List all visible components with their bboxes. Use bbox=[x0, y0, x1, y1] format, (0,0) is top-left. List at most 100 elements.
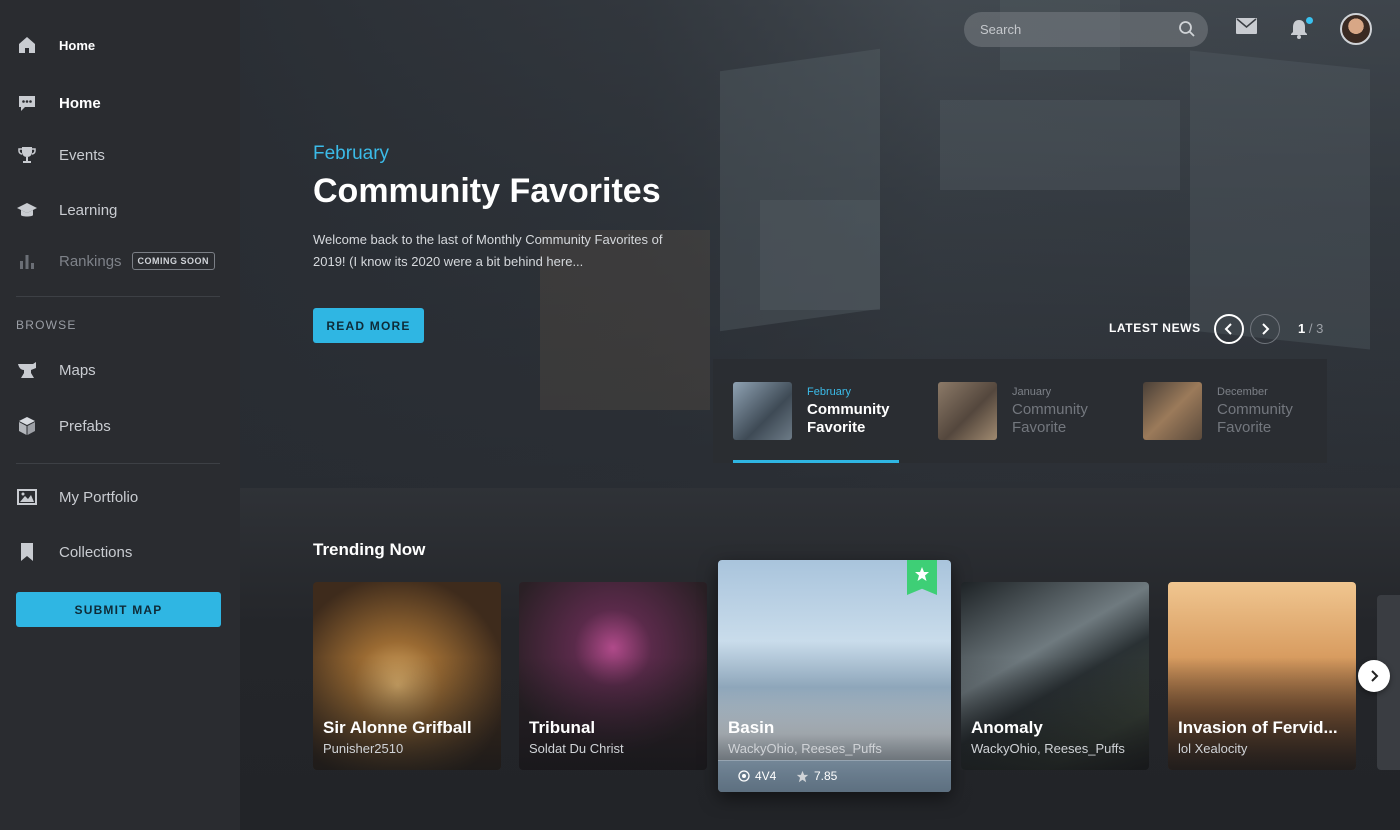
read-more-button[interactable]: READ MORE bbox=[313, 308, 424, 343]
news-thumbnail bbox=[733, 382, 792, 440]
hero-month: February bbox=[313, 143, 390, 164]
news-title: Community Favorite bbox=[1012, 401, 1088, 436]
sidebar: Home Home Events Learning Rankings COMIN… bbox=[0, 0, 240, 830]
news-text: February Community Favorite bbox=[807, 382, 902, 440]
notification-dot bbox=[1306, 17, 1313, 24]
map-card[interactable]: Sir Alonne Grifball Punisher2510 bbox=[313, 582, 501, 770]
sidebar-item-label: Maps bbox=[59, 361, 96, 379]
sidebar-item-label: Rankings bbox=[59, 252, 122, 270]
sidebar-divider bbox=[16, 296, 220, 297]
card-author: lol Xealocity bbox=[1178, 741, 1248, 756]
pager-total: / 3 bbox=[1308, 321, 1324, 336]
sidebar-item-collections[interactable]: Collections bbox=[16, 538, 132, 566]
hero-background-shape bbox=[940, 100, 1180, 190]
hero-background-shape bbox=[760, 200, 880, 310]
sidebar-item-label: Events bbox=[59, 146, 105, 164]
sidebar-divider bbox=[16, 463, 220, 464]
cube-icon bbox=[16, 415, 38, 437]
hero-banner: February Community Favorites Welcome bac… bbox=[240, 0, 1400, 488]
news-prev-button[interactable] bbox=[1214, 314, 1244, 344]
trending-title: Trending Now bbox=[313, 540, 426, 559]
bookmark-icon bbox=[16, 541, 38, 563]
news-pager: 1 / 3 bbox=[1298, 321, 1323, 336]
card-stats-bar: 4V4 7.85 bbox=[718, 760, 951, 792]
featured-map-card[interactable]: Basin WackyOhio, Reeses_Puffs 4V4 7.85 bbox=[718, 560, 951, 792]
game-mode-stat: 4V4 bbox=[738, 769, 776, 783]
target-icon bbox=[738, 770, 750, 782]
news-title: Community Favorite bbox=[807, 401, 890, 436]
main-content: February Community Favorites Welcome bac… bbox=[240, 0, 1400, 830]
hero-title: Community Favorites bbox=[313, 172, 661, 210]
avatar[interactable] bbox=[1340, 13, 1372, 45]
bell-icon[interactable] bbox=[1290, 19, 1308, 44]
news-item[interactable]: February Community Favorite bbox=[733, 382, 902, 440]
sidebar-item-label: Home bbox=[59, 37, 96, 53]
graduation-cap-icon bbox=[16, 199, 38, 221]
card-author: Punisher2510 bbox=[323, 741, 404, 756]
chevron-right-icon bbox=[1262, 323, 1270, 335]
card-title: Tribunal bbox=[529, 718, 596, 737]
card-title: Invasion of Fervid... bbox=[1178, 718, 1338, 737]
news-thumbnail bbox=[1143, 382, 1202, 440]
card-author: WackyOhio, Reeses_Puffs bbox=[971, 741, 1125, 756]
rating-value: 7.85 bbox=[814, 769, 838, 783]
news-thumbnail bbox=[938, 382, 997, 440]
hero-background-shape bbox=[1190, 50, 1370, 350]
news-item[interactable]: December Community Favorite bbox=[1143, 382, 1312, 440]
sidebar-item-prefabs[interactable]: Prefabs bbox=[16, 412, 111, 440]
trophy-icon bbox=[16, 144, 38, 166]
map-card[interactable]: Tribunal Soldat Du Christ bbox=[519, 582, 707, 770]
mail-icon[interactable] bbox=[1236, 18, 1257, 39]
app-root: Home Home Events Learning Rankings COMIN… bbox=[0, 0, 1400, 830]
news-month: February bbox=[807, 386, 852, 398]
rating-stat: 7.85 bbox=[796, 769, 837, 783]
sidebar-item-label: Collections bbox=[59, 543, 133, 561]
card-title: Basin bbox=[728, 718, 775, 737]
news-text: January Community Favorite bbox=[1012, 382, 1107, 440]
hero-description: Welcome back to the last of Monthly Comm… bbox=[313, 232, 663, 269]
news-title: Community Favorite bbox=[1217, 401, 1293, 436]
game-mode-value: 4V4 bbox=[755, 769, 777, 783]
news-text: December Community Favorite bbox=[1217, 382, 1312, 440]
news-month: December bbox=[1217, 386, 1268, 398]
search-icon[interactable] bbox=[1178, 20, 1196, 43]
chat-icon bbox=[16, 92, 38, 114]
active-news-indicator bbox=[733, 460, 899, 463]
bar-chart-icon bbox=[16, 250, 38, 272]
card-author: Soldat Du Christ bbox=[529, 741, 624, 756]
card-title: Sir Alonne Grifball bbox=[323, 718, 472, 737]
sidebar-item-label: Home bbox=[59, 94, 101, 112]
latest-news-label: LATEST NEWS bbox=[1109, 321, 1201, 335]
news-next-button[interactable] bbox=[1250, 314, 1280, 344]
sidebar-item-learning[interactable]: Learning bbox=[16, 196, 117, 224]
carousel-next-button[interactable] bbox=[1358, 660, 1390, 692]
sidebar-item-label: Prefabs bbox=[59, 417, 111, 435]
browse-section-label: BROWSE bbox=[16, 318, 77, 332]
news-item[interactable]: January Community Favorite bbox=[938, 382, 1107, 440]
card-author: WackyOhio, Reeses_Puffs bbox=[728, 741, 882, 756]
pager-current: 1 bbox=[1298, 321, 1306, 336]
search-input[interactable] bbox=[980, 22, 1170, 37]
chevron-right-icon bbox=[1371, 670, 1379, 682]
star-icon bbox=[915, 567, 929, 581]
sidebar-item-home[interactable]: Home bbox=[16, 31, 95, 59]
map-card[interactable]: Invasion of Fervid... lol Xealocity bbox=[1168, 582, 1356, 770]
sidebar-item-rankings[interactable]: Rankings COMING SOON bbox=[16, 247, 216, 275]
card-title: Anomaly bbox=[971, 718, 1043, 737]
home-icon bbox=[16, 34, 38, 56]
news-month: January bbox=[1012, 386, 1052, 398]
sidebar-item-maps[interactable]: Maps bbox=[16, 356, 96, 384]
search-bar[interactable] bbox=[964, 12, 1208, 47]
image-icon bbox=[16, 486, 38, 508]
sidebar-item-label: My Portfolio bbox=[59, 488, 139, 506]
anvil-icon bbox=[16, 359, 38, 381]
sidebar-item-label: Learning bbox=[59, 201, 118, 219]
map-card[interactable]: Anomaly WackyOhio, Reeses_Puffs bbox=[961, 582, 1149, 770]
news-strip: February Community Favorite January Comm… bbox=[713, 359, 1327, 463]
submit-map-button[interactable]: SUBMIT MAP bbox=[16, 592, 221, 627]
sidebar-item-my-portfolio[interactable]: My Portfolio bbox=[16, 483, 138, 511]
chevron-left-icon bbox=[1224, 323, 1232, 335]
sidebar-item-events[interactable]: Events bbox=[16, 141, 105, 169]
star-icon bbox=[796, 770, 809, 782]
sidebar-item-community-home[interactable]: Home bbox=[16, 89, 101, 117]
